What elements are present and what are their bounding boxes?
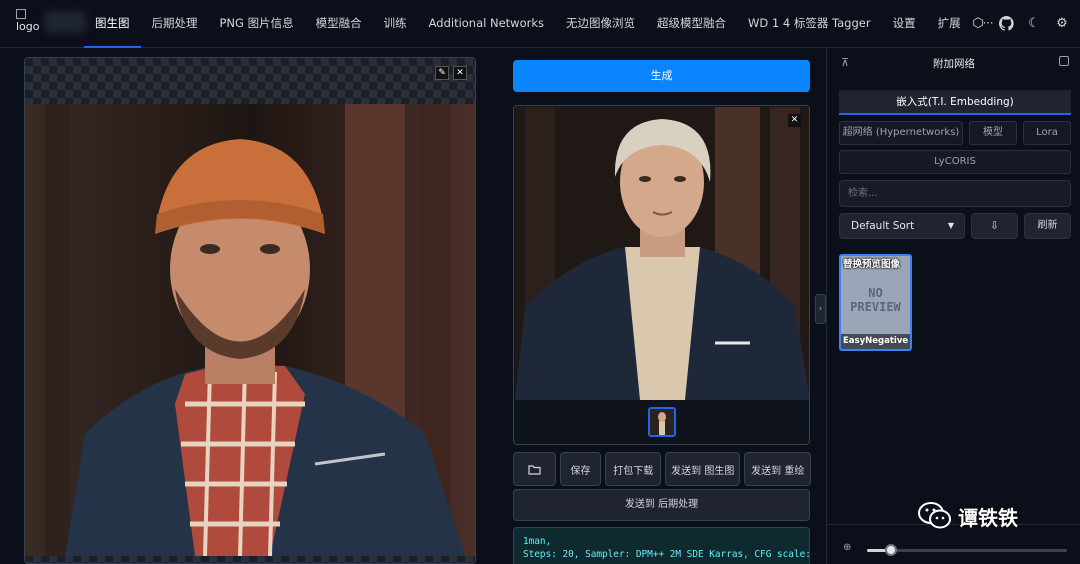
tab-png-info[interactable]: PNG 图片信息 [209,0,305,48]
card-name: EasyNegative [841,334,910,349]
network-search-input[interactable]: 检索... [839,180,1071,207]
save-button[interactable]: 保存 [559,452,602,486]
generate-button[interactable]: 生成 [513,60,810,92]
tab-additional-networks[interactable]: Additional Networks [418,0,555,48]
tab-extensions[interactable]: 扩展 [927,0,972,48]
tab-super-merger[interactable]: 超级模型融合 [646,0,737,48]
tab-lycoris[interactable]: LyCORIS [839,150,1071,174]
refresh-button[interactable]: 刷新 [1024,213,1071,239]
send-to-inpaint-button[interactable]: 发送到 重绘 [744,452,811,486]
edit-icon[interactable]: ✎ [435,66,449,80]
tab-checkpoints[interactable]: 模型 [969,121,1017,145]
zoom-slider[interactable] [867,544,1067,556]
close-icon[interactable]: ✕ [788,114,801,127]
tab-image-browser[interactable]: 无边图像浏览 [555,0,646,48]
input-photo [25,104,475,556]
output-actions: 保存 打包下载 发送到 图生图 发送到 重绘 [513,452,811,486]
open-folder-button[interactable] [513,452,556,486]
blurred-region [44,11,86,33]
caret-down-icon: ▼ [947,221,954,230]
replace-preview-link[interactable]: 替换预览图像 [841,256,910,270]
zip-download-button[interactable]: 打包下载 [605,452,662,486]
logo-alt-text: logo [16,20,40,33]
logo[interactable]: logo [16,9,86,39]
tab-train[interactable]: 训练 [373,0,418,48]
tab-checkpoint-merger[interactable]: 模型融合 [305,0,373,48]
zoom-icon: ⊕ [843,542,852,553]
network-card[interactable]: 替换预览图像 NO PREVIEW EasyNegative [839,254,912,351]
tab-embedding[interactable]: 嵌入式(T.I. Embedding) [839,90,1071,115]
tab-settings[interactable]: 设置 [882,0,927,48]
gear-icon[interactable]: ⚙ [1054,16,1070,32]
close-icon[interactable]: ✕ [453,66,467,80]
top-icon-group: ⬡ ☾ ⚙ [970,0,1070,48]
extra-networks-panel: ⊼ 附加网络 嵌入式(T.I. Embedding) 超网络 (Hypernet… [826,48,1080,564]
info-line: Steps: 20, Sampler: DPM++ 2M SDE Karras,… [523,549,810,560]
info-line: 1man, [523,536,552,547]
generation-info: 1man, Steps: 20, Sampler: DPM++ 2M SDE K… [513,527,810,564]
panel-title: 附加网络 [933,58,975,70]
watermark: 谭铁铁 [918,500,1018,532]
no-preview-placeholder: NO PREVIEW [850,286,901,314]
tab-tagger[interactable]: WD 1 4 标签器 Tagger [737,0,882,48]
send-to-img2img-button[interactable]: 发送到 图生图 [665,452,741,486]
tab-lora[interactable]: Lora [1023,121,1071,145]
tab-list: 图生图 后期处理 PNG 图片信息 模型融合 训练 Additional Net… [84,0,1005,48]
sort-direction-button[interactable]: ⇩ [971,213,1018,239]
tab-hypernetworks[interactable]: 超网络 (Hypernetworks) [839,121,963,145]
folder-icon [528,464,541,475]
zoom-slider-knob[interactable] [885,544,897,556]
moon-icon[interactable]: ☾ [1026,16,1042,32]
broken-image-icon [16,9,26,19]
sort-value: Default Sort [851,220,915,232]
tab-img2img[interactable]: 图生图 [84,0,141,48]
sort-select[interactable]: Default Sort ▼ [839,213,965,239]
output-gallery: ✕ [513,105,810,445]
top-nav: logo 图生图 后期处理 PNG 图片信息 模型融合 训练 Additiona… [0,0,1080,48]
sort-descending-icon: ⇩ [989,219,1000,232]
sidebar-toggle-icon[interactable] [1059,56,1069,66]
collapse-handle[interactable]: › [815,294,826,324]
watermark-text: 谭铁铁 [958,505,1018,530]
tab-extras[interactable]: 后期处理 [141,0,209,48]
hexagon-icon[interactable]: ⬡ [970,16,986,32]
output-image[interactable] [515,107,809,400]
github-icon[interactable] [998,16,1014,32]
wechat-icon [918,502,951,529]
gallery-thumbnail[interactable] [648,407,676,437]
panel-header: ⊼ 附加网络 [827,48,1080,78]
image-tools: ✎ ✕ [435,66,467,80]
input-image-panel[interactable]: ✎ ✕ [24,57,476,564]
send-to-extras-button[interactable]: 发送到 后期处理 [513,489,810,521]
